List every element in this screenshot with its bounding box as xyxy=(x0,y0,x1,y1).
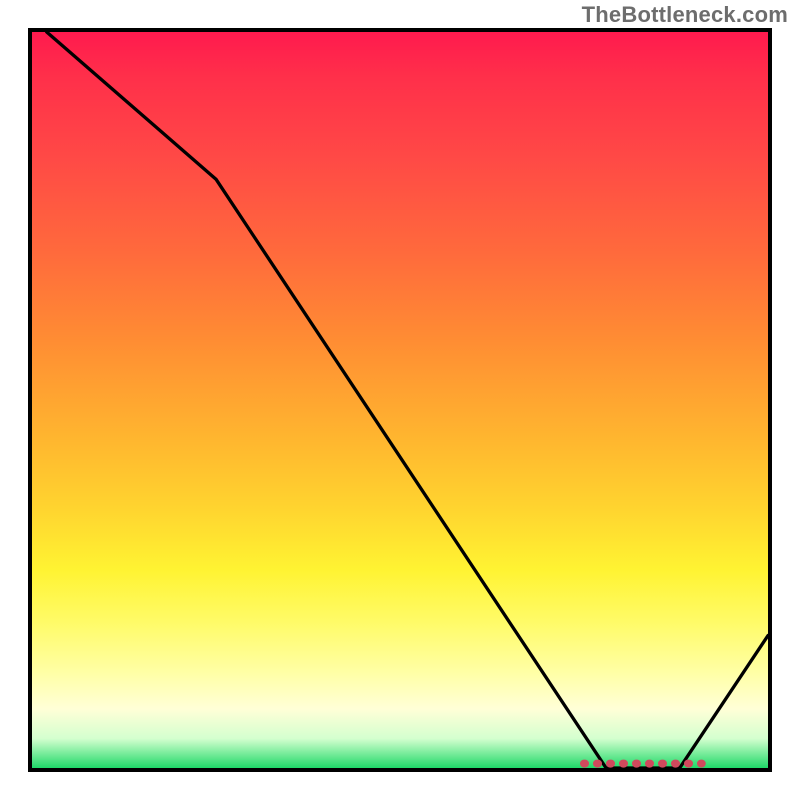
chart-container: TheBottleneck.com xyxy=(0,0,800,800)
bottleneck-curve xyxy=(47,32,768,768)
plot-area xyxy=(28,28,772,772)
watermark-text: TheBottleneck.com xyxy=(582,2,788,28)
chart-svg xyxy=(32,32,768,768)
